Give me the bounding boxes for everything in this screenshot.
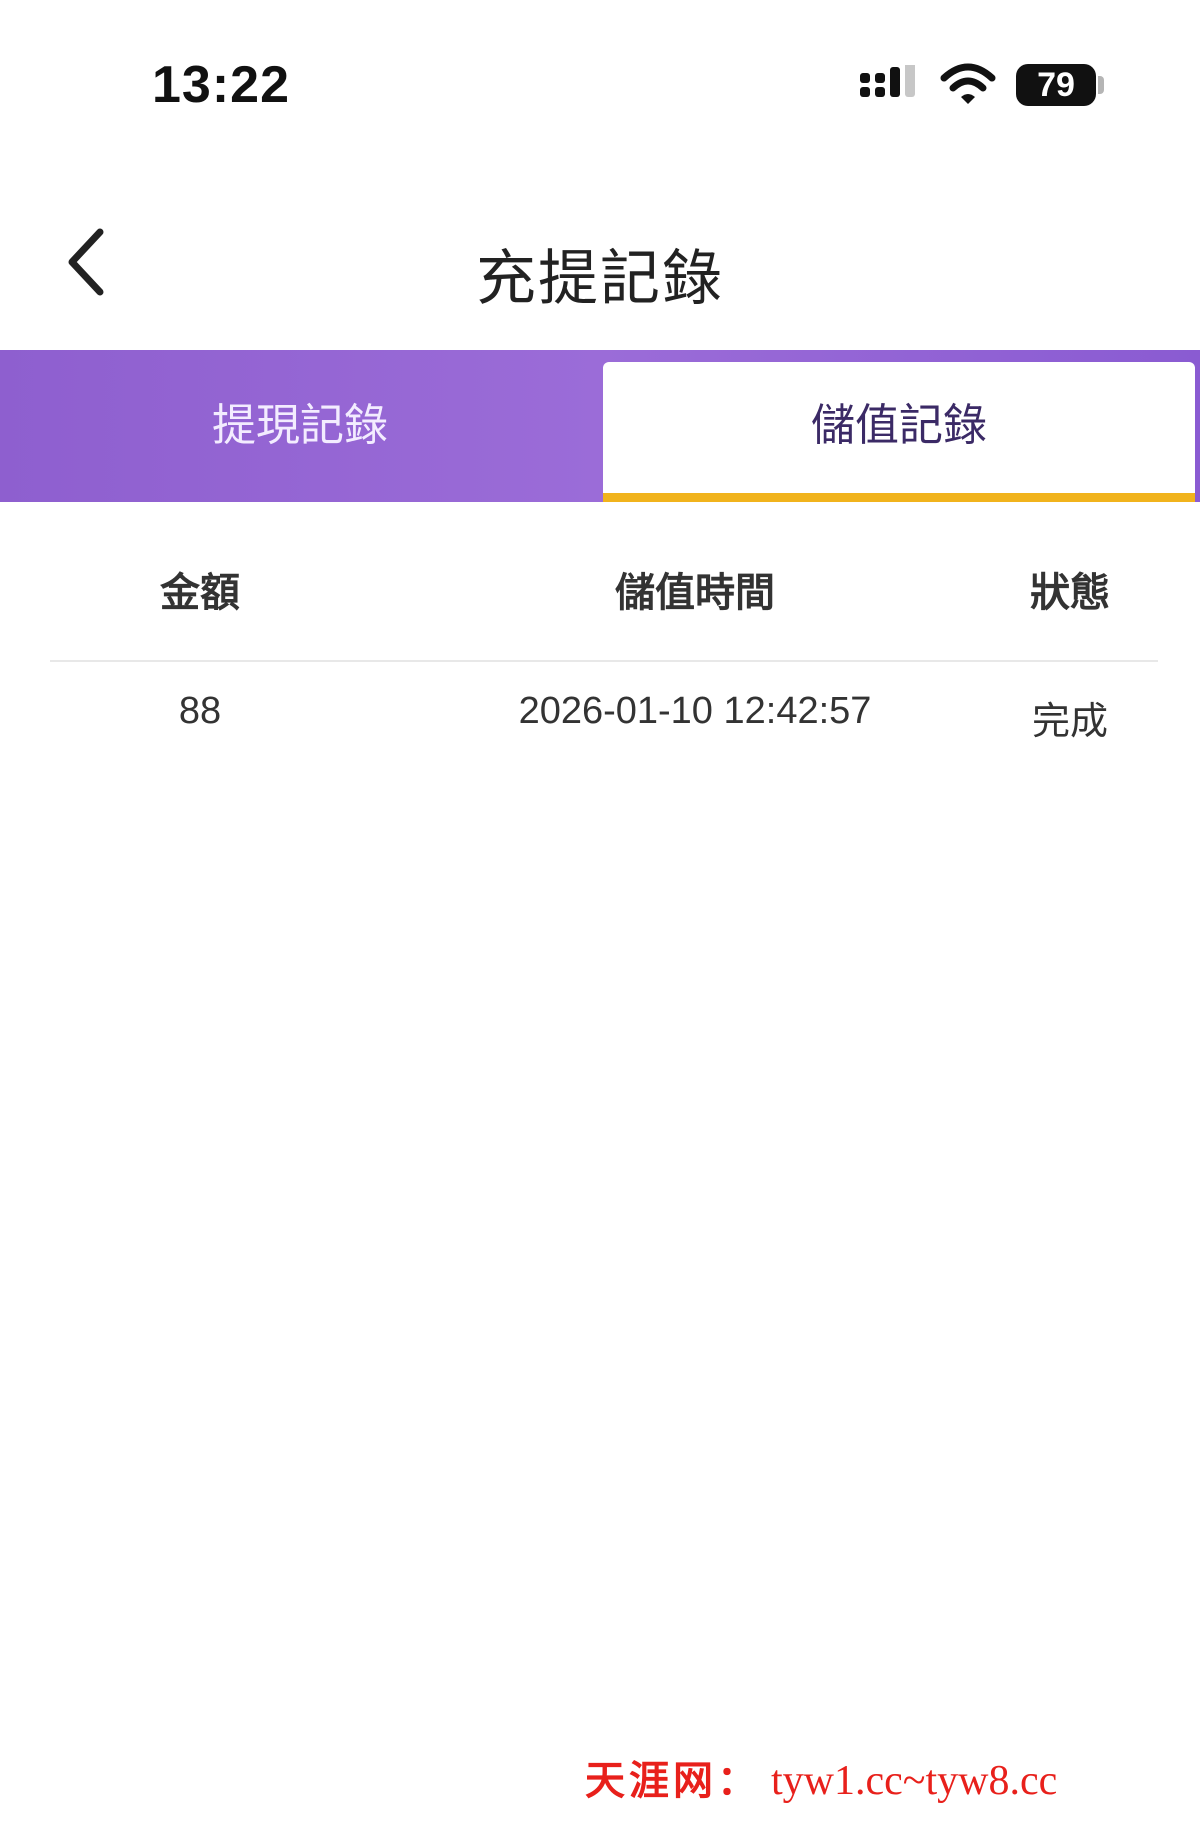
header-time: 儲值時間 [615, 571, 775, 615]
cell-status: 完成 [1031, 701, 1108, 743]
watermark-cn: 天涯网： [585, 1758, 761, 1803]
battery-icon: 79 [1016, 64, 1096, 106]
page: 13:22 79 充提記錄 提現記錄 儲值記錄 金額 儲值時間 狀態 88 20… [0, 0, 1200, 1841]
page-title: 充提記錄 [476, 245, 724, 312]
nav-bar: 充提記錄 [0, 190, 1200, 340]
battery-tip [1098, 76, 1104, 94]
watermark-url: tyw1.cc~tyw8.cc [771, 1758, 1058, 1804]
header-amount: 金額 [160, 571, 240, 615]
signal-icon [860, 65, 915, 97]
wifi-icon [940, 63, 996, 104]
tab-bar: 提現記錄 儲值記錄 [0, 350, 1200, 502]
tab-withdraw-records[interactable]: 提現記錄 [0, 350, 600, 502]
tab-deposit-records[interactable]: 儲值記錄 [603, 362, 1195, 502]
status-bar: 13:22 79 [0, 0, 1200, 170]
watermark: 天涯网： tyw1.cc~tyw8.cc [585, 1748, 1057, 1808]
records-table: 金額 儲值時間 狀態 88 2026-01-10 12:42:57 完成 [50, 530, 1158, 743]
cell-time: 2026-01-10 12:42:57 [518, 690, 872, 732]
cell-amount: 88 [178, 690, 222, 732]
table-header: 金額 儲值時間 狀態 [50, 530, 1158, 662]
header-status: 狀態 [1030, 571, 1110, 615]
status-time: 13:22 [152, 56, 290, 114]
